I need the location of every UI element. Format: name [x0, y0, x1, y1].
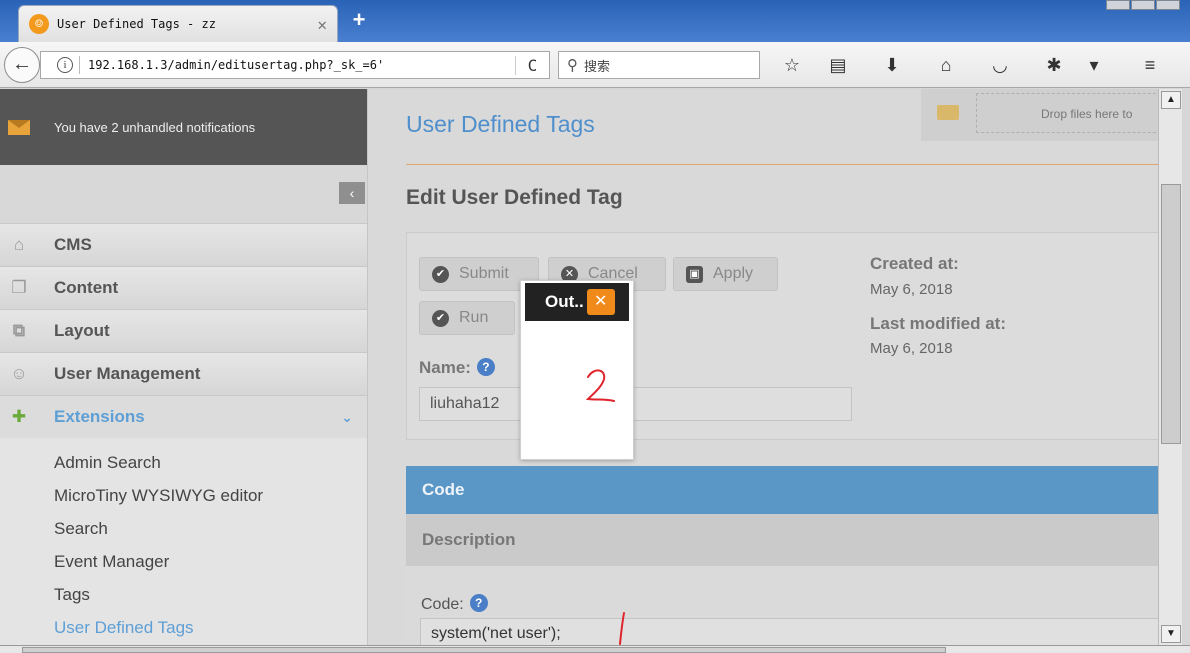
- scroll-thumb[interactable]: [1161, 184, 1181, 444]
- tab-title: User Defined Tags - zz: [57, 17, 216, 31]
- created-value: May 6, 2018: [870, 281, 953, 298]
- extensions-submenu: Admin Search MicroTiny WYSIWYG editor Se…: [0, 438, 367, 645]
- help-icon[interactable]: ?: [469, 594, 488, 612]
- sidebar-item-content[interactable]: ❐ Content: [0, 266, 367, 309]
- reload-icon[interactable]: C: [515, 55, 549, 75]
- title-divider: [406, 164, 1158, 165]
- puzzle-icon: ✚: [11, 407, 27, 426]
- scroll-down-icon[interactable]: ▼: [1161, 625, 1181, 643]
- submenu-item-tags[interactable]: Tags: [0, 582, 367, 615]
- reading-list-icon[interactable]: ▤: [824, 52, 852, 78]
- submenu-item-admin-search[interactable]: Admin Search: [0, 450, 367, 483]
- popup-close-icon[interactable]: ✕: [586, 289, 615, 315]
- help-icon[interactable]: ?: [476, 358, 495, 376]
- check-circle-icon: ✔: [432, 265, 449, 283]
- new-tab-button[interactable]: +: [347, 9, 371, 33]
- notification-text: You have 2 unhandled notifications: [54, 119, 256, 135]
- horizontal-scroll-thumb[interactable]: [22, 647, 946, 653]
- pocket-icon[interactable]: ◡: [986, 52, 1014, 78]
- pages-icon: ❐: [11, 278, 27, 297]
- sidebar-item-layout[interactable]: ⧉ Layout: [0, 309, 367, 352]
- notification-bar[interactable]: You have 2 unhandled notifications: [0, 89, 367, 165]
- admin-sidebar: You have 2 unhandled notifications ‹ ⌂ C…: [0, 89, 368, 645]
- created-label: Created at:: [870, 254, 959, 273]
- sidebar-item-user-management[interactable]: ☺ User Management: [0, 352, 367, 395]
- url-divider: [79, 56, 80, 74]
- tab-description[interactable]: Description: [406, 514, 1158, 566]
- browser-navbar: ← i 192.168.1.3/admin/editusertag.php?_s…: [0, 42, 1190, 88]
- extension-dropdown-icon[interactable]: ▾: [1080, 52, 1108, 78]
- bookmark-star-icon[interactable]: ☆: [778, 52, 806, 78]
- horizontal-scrollbar[interactable]: [0, 645, 1190, 653]
- main-content: User Defined Tags Drop files here to Edi…: [368, 89, 1158, 645]
- code-label: Code:?: [421, 594, 488, 614]
- tab-close-icon[interactable]: ✕: [317, 15, 327, 34]
- home-icon[interactable]: ⌂: [932, 52, 960, 78]
- dropzone-text: Drop files here to: [976, 93, 1158, 133]
- scroll-up-icon[interactable]: ▲: [1161, 91, 1181, 109]
- search-icon: ⚲: [567, 57, 578, 74]
- run-button[interactable]: ✔ Run: [419, 301, 515, 335]
- vertical-scrollbar[interactable]: ▲ ▼: [1158, 89, 1182, 645]
- code-section: Code:? system('net user');: [406, 566, 1158, 645]
- apply-button[interactable]: ▣ Apply: [673, 257, 778, 291]
- submenu-item-event-manager[interactable]: Event Manager: [0, 549, 367, 582]
- info-icon[interactable]: i: [57, 57, 73, 73]
- download-icon[interactable]: ⬇: [878, 52, 906, 78]
- back-arrow-icon: ←: [12, 53, 32, 75]
- name-label: Name:?: [419, 358, 495, 378]
- file-dropzone[interactable]: Drop files here to: [921, 89, 1158, 141]
- handwritten-mark-2: [585, 369, 615, 402]
- save-disk-icon: ▣: [686, 265, 703, 283]
- submenu-item-search[interactable]: Search: [0, 516, 367, 549]
- popup-header: Out.. ✕: [525, 283, 629, 321]
- minimize-window-button[interactable]: [1106, 0, 1130, 10]
- submenu-item-microtiny[interactable]: MicroTiny WYSIWYG editor: [0, 483, 367, 516]
- modified-label: Last modified at:: [870, 314, 1007, 333]
- sidebar-item-label: CMS: [54, 235, 92, 254]
- envelope-icon: [8, 119, 30, 135]
- page-title: User Defined Tags: [406, 111, 595, 137]
- sidebar-item-extensions[interactable]: ✚ Extensions ⌄: [0, 395, 367, 438]
- chevron-down-icon: ⌄: [341, 408, 353, 425]
- browser-tab[interactable]: ☺ User Defined Tags - zz ✕: [18, 5, 338, 42]
- extension-icon[interactable]: ✱: [1040, 52, 1068, 78]
- collapse-sidebar-icon[interactable]: ‹: [339, 182, 365, 204]
- check-circle-icon: ✔: [432, 309, 449, 327]
- maximize-window-button[interactable]: [1131, 0, 1155, 10]
- modified-value: May 6, 2018: [870, 340, 953, 357]
- address-bar[interactable]: i 192.168.1.3/admin/editusertag.php?_sk_…: [40, 51, 550, 79]
- submenu-item-user-defined-tags[interactable]: User Defined Tags: [0, 615, 367, 645]
- submit-label: Submit: [459, 265, 509, 282]
- back-button[interactable]: ←: [4, 47, 40, 83]
- sidebar-item-label: Layout: [54, 321, 110, 340]
- name-label-text: Name:: [419, 358, 471, 377]
- firefox-favicon-icon: ☺: [29, 14, 49, 34]
- close-window-button[interactable]: [1156, 0, 1180, 10]
- sidebar-item-label: User Management: [54, 364, 201, 383]
- search-input[interactable]: ⚲ 搜索: [558, 51, 760, 79]
- hamburger-menu-icon[interactable]: ≡: [1136, 52, 1164, 78]
- sidebar-item-label: Extensions: [54, 407, 145, 426]
- home-icon: ⌂: [13, 235, 25, 254]
- code-label-text: Code:: [421, 596, 464, 613]
- tab-code[interactable]: Code: [406, 466, 1158, 514]
- run-label: Run: [459, 309, 489, 326]
- code-editor[interactable]: system('net user');: [420, 618, 1158, 645]
- users-icon: ☺: [10, 364, 28, 383]
- url-text[interactable]: 192.168.1.3/admin/editusertag.php?_sk_=6…: [88, 58, 515, 72]
- layout-icon: ⧉: [12, 321, 26, 340]
- edit-heading: Edit User Defined Tag: [406, 186, 623, 209]
- browser-tabstrip: ☺ User Defined Tags - zz ✕ +: [0, 0, 1190, 42]
- search-placeholder: 搜索: [584, 58, 611, 74]
- name-field[interactable]: liuhaha12: [419, 387, 852, 421]
- sidebar-item-label: Content: [54, 278, 119, 297]
- folder-icon: [937, 105, 959, 120]
- tag-settings-panel: ✔ Submit ✕ Cancel ▣ Apply ✔ Run Created …: [406, 232, 1158, 440]
- sidebar-item-cms[interactable]: ⌂ CMS: [0, 223, 367, 266]
- handwritten-mark-1: [619, 612, 625, 645]
- apply-label: Apply: [713, 265, 754, 282]
- sidebar-collapse-row: ‹: [0, 165, 367, 223]
- popup-title: Out..: [545, 292, 584, 311]
